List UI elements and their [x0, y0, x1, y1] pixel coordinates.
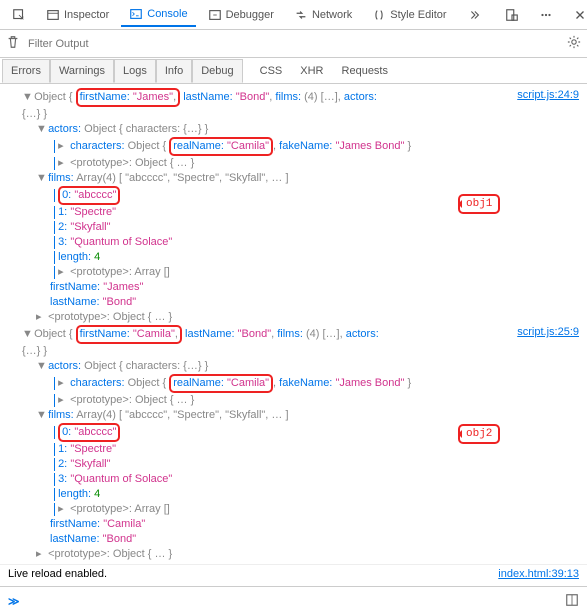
- tab-styleeditor-label: Style Editor: [390, 9, 446, 21]
- console-output: ▼ Object { firstName: "James", lastName:…: [0, 84, 587, 586]
- source-link[interactable]: script.js:24:9: [517, 89, 579, 101]
- close-button[interactable]: [565, 4, 587, 26]
- annotation-callout: obj2: [458, 424, 500, 444]
- highlight-box: realName: "Camila": [169, 374, 273, 393]
- expand-icon[interactable]: ▸: [58, 502, 67, 517]
- tab-debugger[interactable]: Debugger: [200, 4, 282, 26]
- tab-styleeditor[interactable]: Style Editor: [364, 4, 454, 26]
- console-input-bar: ≫: [0, 586, 587, 616]
- log-level-tabs: Errors Warnings Logs Info Debug CSS XHR …: [0, 58, 587, 84]
- tab-network[interactable]: Network: [286, 4, 360, 26]
- filter-input[interactable]: [28, 38, 559, 50]
- highlight-box: 0: "abcccc": [58, 423, 120, 442]
- expand-icon[interactable]: ▸: [36, 310, 45, 325]
- tab-inspector-label: Inspector: [64, 9, 109, 21]
- highlight-box: 0: "abcccc": [58, 186, 120, 205]
- expand-icon[interactable]: ▸: [58, 393, 67, 408]
- expand-icon[interactable]: ▼: [36, 359, 45, 374]
- element-picker-button[interactable]: [4, 4, 34, 26]
- source-link[interactable]: script.js:25:9: [517, 326, 579, 338]
- expand-icon[interactable]: ▼: [22, 327, 31, 342]
- log-entry[interactable]: ▼ Object { firstName: "Camila", lastName…: [0, 325, 587, 344]
- log-entry: Live reload enabled. index.html:39:13: [0, 564, 587, 582]
- clear-console-button[interactable]: [6, 35, 20, 52]
- devtools-toolbar: Inspector Console Debugger Network Style…: [0, 0, 587, 30]
- tab-logs[interactable]: Logs: [114, 59, 156, 83]
- highlight-box: realName: "Camila": [169, 137, 273, 156]
- tab-console[interactable]: Console: [121, 3, 195, 27]
- tab-requests[interactable]: Requests: [333, 59, 397, 83]
- tab-debug[interactable]: Debug: [192, 59, 242, 83]
- console-settings-button[interactable]: [567, 35, 581, 52]
- expand-icon[interactable]: ▸: [58, 139, 67, 154]
- expand-icon[interactable]: ▼: [36, 122, 45, 137]
- filter-bar: [0, 30, 587, 58]
- tab-debugger-label: Debugger: [226, 9, 274, 21]
- more-tabs-button[interactable]: [459, 4, 489, 26]
- split-console-button[interactable]: [565, 593, 579, 610]
- expand-icon[interactable]: ▼: [36, 171, 45, 186]
- tab-css[interactable]: CSS: [251, 59, 292, 83]
- expand-icon[interactable]: ▼: [36, 408, 45, 423]
- expand-icon[interactable]: ▸: [58, 265, 67, 280]
- object-label: Object: [34, 91, 66, 103]
- tab-xhr[interactable]: XHR: [291, 59, 332, 83]
- tab-inspector[interactable]: Inspector: [38, 4, 117, 26]
- tab-network-label: Network: [312, 9, 352, 21]
- highlight-box: firstName: "Camila",: [76, 325, 182, 344]
- tab-info[interactable]: Info: [156, 59, 192, 83]
- expand-icon[interactable]: ▸: [58, 156, 67, 171]
- console-input[interactable]: [28, 594, 557, 609]
- tab-console-label: Console: [147, 8, 187, 20]
- source-link[interactable]: index.html:39:13: [498, 568, 579, 580]
- object-label: Object: [34, 328, 66, 340]
- more-menu-button[interactable]: [531, 4, 561, 26]
- expand-icon[interactable]: ▸: [36, 547, 45, 562]
- tab-errors[interactable]: Errors: [2, 59, 50, 83]
- log-entry[interactable]: ▼ Object { firstName: "James", lastName:…: [0, 88, 587, 107]
- highlight-box: firstName: "James",: [76, 88, 180, 107]
- responsive-mode-button[interactable]: [497, 4, 527, 26]
- expand-icon[interactable]: ▸: [58, 376, 67, 391]
- prompt-icon: ≫: [8, 595, 20, 608]
- expand-icon[interactable]: ▼: [22, 90, 31, 105]
- tab-warnings[interactable]: Warnings: [50, 59, 114, 83]
- live-reload-msg: Live reload enabled.: [8, 567, 490, 582]
- annotation-callout: obj1: [458, 194, 500, 214]
